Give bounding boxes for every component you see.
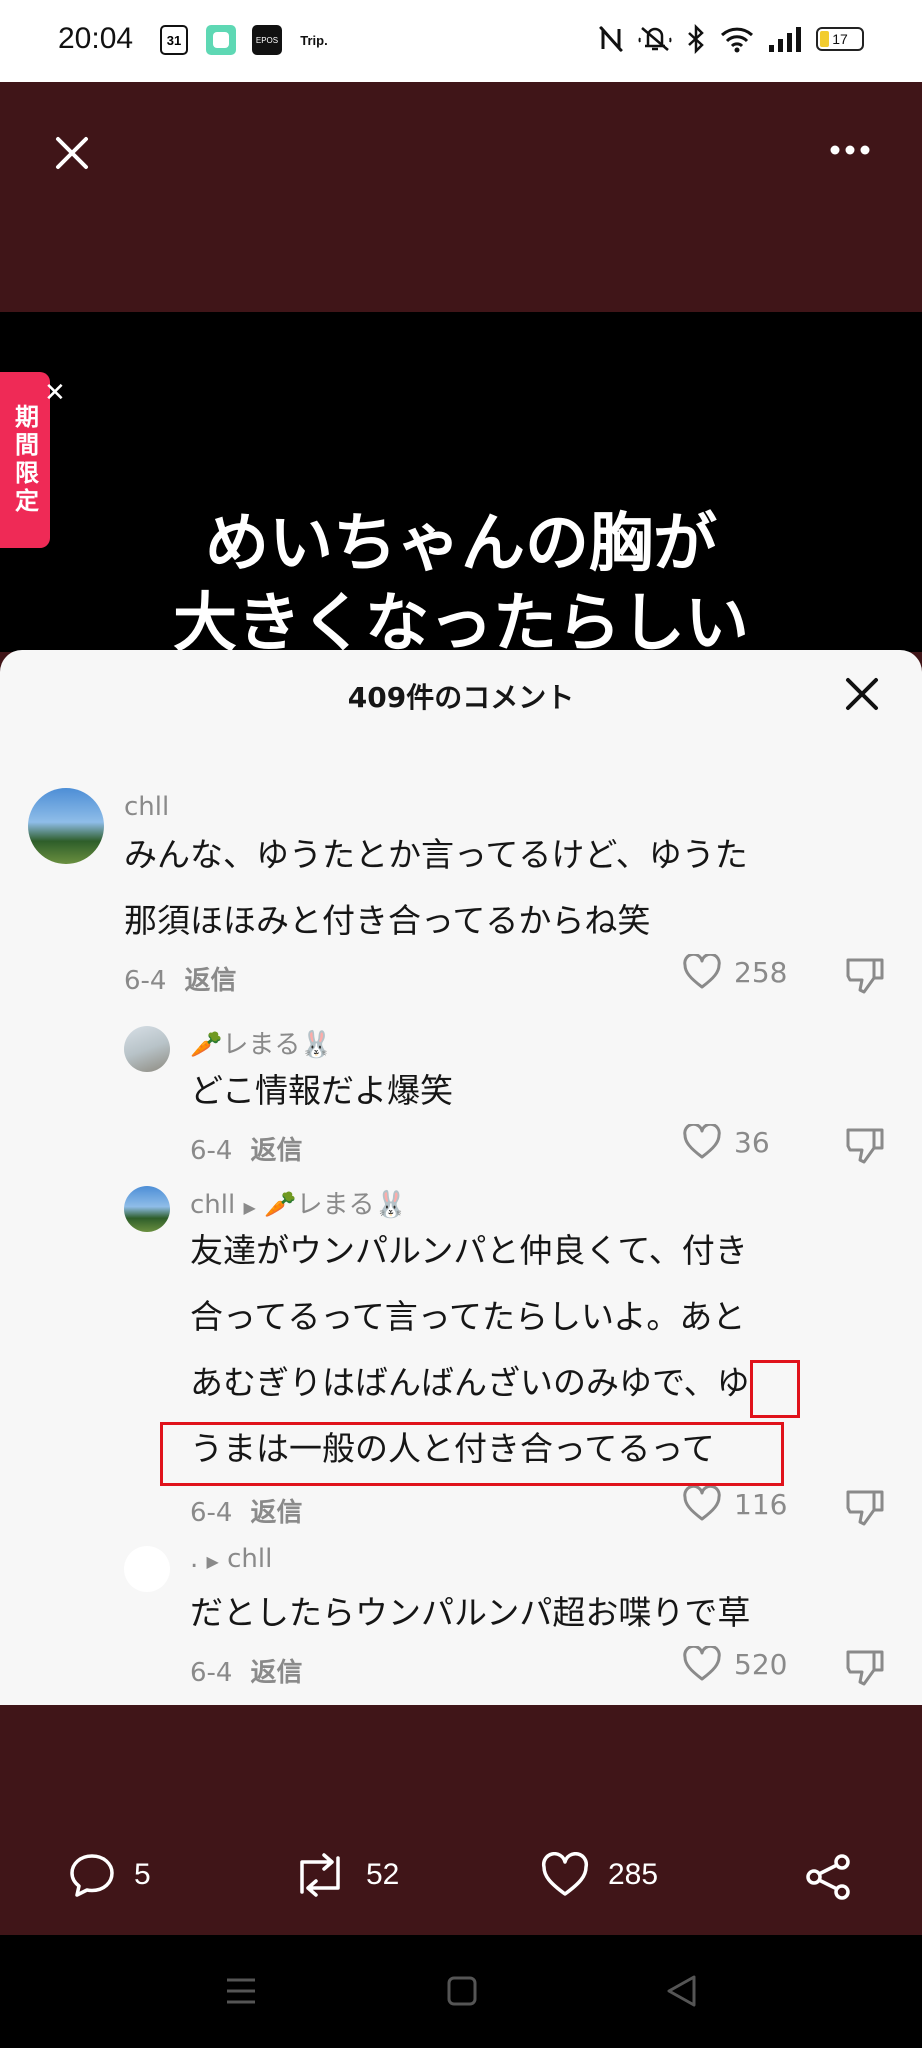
like-button[interactable]: 258 (682, 954, 787, 990)
comment-username: . ▶ chll (190, 1544, 272, 1574)
like-button[interactable]: 36 (682, 1124, 770, 1160)
calendar-icon: 31 (160, 25, 188, 55)
like-count: 520 (734, 1647, 788, 1681)
comment-text-line: 那須ほほみと付き合ってるからね笑 (124, 901, 651, 940)
comment-date: 6-4 (190, 1136, 233, 1166)
comment-icon (70, 1854, 114, 1897)
like-button[interactable]: 116 (682, 1486, 787, 1522)
like-count: 116 (734, 1487, 788, 1521)
video-player[interactable]: めいちゃんの胸が 大きくなったらしい (0, 312, 922, 652)
comment-username[interactable]: 🥕レまる🐰 (190, 1024, 333, 1061)
comment-text-line: 合ってるって言ってたらしいよ。あと (190, 1297, 746, 1336)
heart-icon (683, 1646, 721, 1681)
wifi-icon (720, 27, 754, 53)
action-bar (0, 1705, 922, 1935)
heart-icon (683, 1124, 721, 1159)
like-count: 36 (734, 1125, 770, 1159)
video-like-count: 285 (608, 1858, 659, 1891)
comment-text-line: だとしたらウンパルンパ超お喋りで草 (190, 1593, 751, 1632)
nfc-icon (599, 26, 623, 52)
comment-date: 6-4 (124, 966, 167, 996)
back-icon[interactable] (664, 1973, 698, 2009)
comment-text-line: みんな、ゆうたとか言ってるけど、ゆうた (124, 835, 748, 874)
share-button[interactable] (804, 1852, 854, 1902)
avatar[interactable] (28, 788, 104, 864)
repost-count: 52 (366, 1858, 400, 1891)
comment-username: chll ▶ 🥕レまる🐰 (190, 1184, 407, 1221)
like-button[interactable]: 520 (682, 1646, 787, 1682)
avatar[interactable] (124, 1026, 170, 1072)
bluetooth-icon (688, 24, 704, 54)
video-caption-line2: 大きくなったらしい (173, 587, 749, 652)
reply-to-user[interactable]: chll (227, 1544, 272, 1574)
comment-date: 6-4 (190, 1658, 233, 1688)
reply-arrow-icon: ▶ (206, 1552, 219, 1571)
comment-button[interactable]: 5 (68, 1852, 151, 1898)
epos-icon: EPOS (252, 25, 282, 55)
limited-time-promo[interactable]: 期間限定 (0, 372, 50, 548)
share-icon (806, 1854, 850, 1900)
reply-arrow-icon: ▶ (243, 1198, 256, 1217)
more-options-icon[interactable] (830, 144, 870, 156)
comment-meta: 6-4 返信 (190, 1130, 302, 1167)
dislike-icon[interactable] (844, 1486, 886, 1528)
reply-button[interactable]: 返信 (250, 1658, 302, 1688)
status-bar: 20:04 31 EPOS Trip. 17 (0, 0, 922, 82)
comment-text-line: 友達がウンパルンパと仲良くて、付き (190, 1231, 748, 1270)
reply-button[interactable]: 返信 (250, 1498, 302, 1528)
comment-username[interactable]: chll (124, 792, 169, 822)
reply-author[interactable]: . (190, 1544, 198, 1574)
reply-button[interactable]: 返信 (184, 966, 236, 996)
comment-meta: 6-4 返信 (190, 1652, 302, 1689)
comment-meta: 6-4 返信 (190, 1492, 302, 1529)
heart-icon (541, 1852, 589, 1896)
comments-sheet: 409件のコメント chll みんな、ゆうたとか言ってるけど、ゆうた 那須ほほみ… (0, 650, 922, 1705)
dislike-icon[interactable] (844, 1646, 886, 1688)
comment-text-line: どこ情報だよ爆笑 (190, 1071, 454, 1110)
sheet-close-icon[interactable] (844, 676, 880, 712)
dislike-icon[interactable] (844, 1124, 886, 1166)
highlight-box (160, 1422, 784, 1486)
avatar[interactable] (124, 1186, 170, 1232)
comment-text-line: あむぎりはばんばんざいのみゆで、ゆ (190, 1363, 750, 1402)
like-video-button[interactable]: 285 (540, 1852, 658, 1898)
comments-count-title: 409件のコメント (347, 681, 575, 714)
highlight-box (750, 1360, 800, 1418)
repost-icon (300, 1853, 340, 1897)
comment-date: 6-4 (190, 1498, 233, 1528)
battery-level: 17 (832, 31, 848, 47)
video-caption-line1: めいちゃんの胸が (205, 507, 717, 581)
close-icon[interactable] (54, 135, 90, 171)
signal-icon (769, 27, 801, 52)
comment-count: 5 (134, 1858, 151, 1891)
repost-button[interactable]: 52 (292, 1852, 399, 1898)
reply-to-user[interactable]: 🥕レまる🐰 (264, 1190, 407, 1220)
like-count: 258 (734, 955, 788, 989)
top-bar (0, 82, 922, 312)
heart-icon (683, 1486, 721, 1521)
reply-button[interactable]: 返信 (250, 1136, 302, 1166)
comment-meta: 6-4 返信 (124, 960, 236, 997)
reply-author[interactable]: chll (190, 1190, 235, 1220)
trip-icon: Trip. (300, 32, 328, 48)
avatar[interactable] (124, 1546, 170, 1592)
dislike-icon[interactable] (844, 954, 886, 996)
app-notification-icon (206, 25, 236, 55)
status-time: 20:04 (58, 22, 134, 55)
promo-close-icon[interactable]: ✕ (44, 378, 66, 408)
status-right-icons: 17 (598, 24, 864, 54)
heart-icon (683, 954, 721, 989)
system-navigation-bar (0, 1935, 922, 2048)
menu-icon[interactable] (224, 1975, 258, 2007)
battery-icon: 17 (816, 27, 864, 51)
home-icon[interactable] (446, 1975, 478, 2007)
mute-icon (638, 27, 672, 51)
